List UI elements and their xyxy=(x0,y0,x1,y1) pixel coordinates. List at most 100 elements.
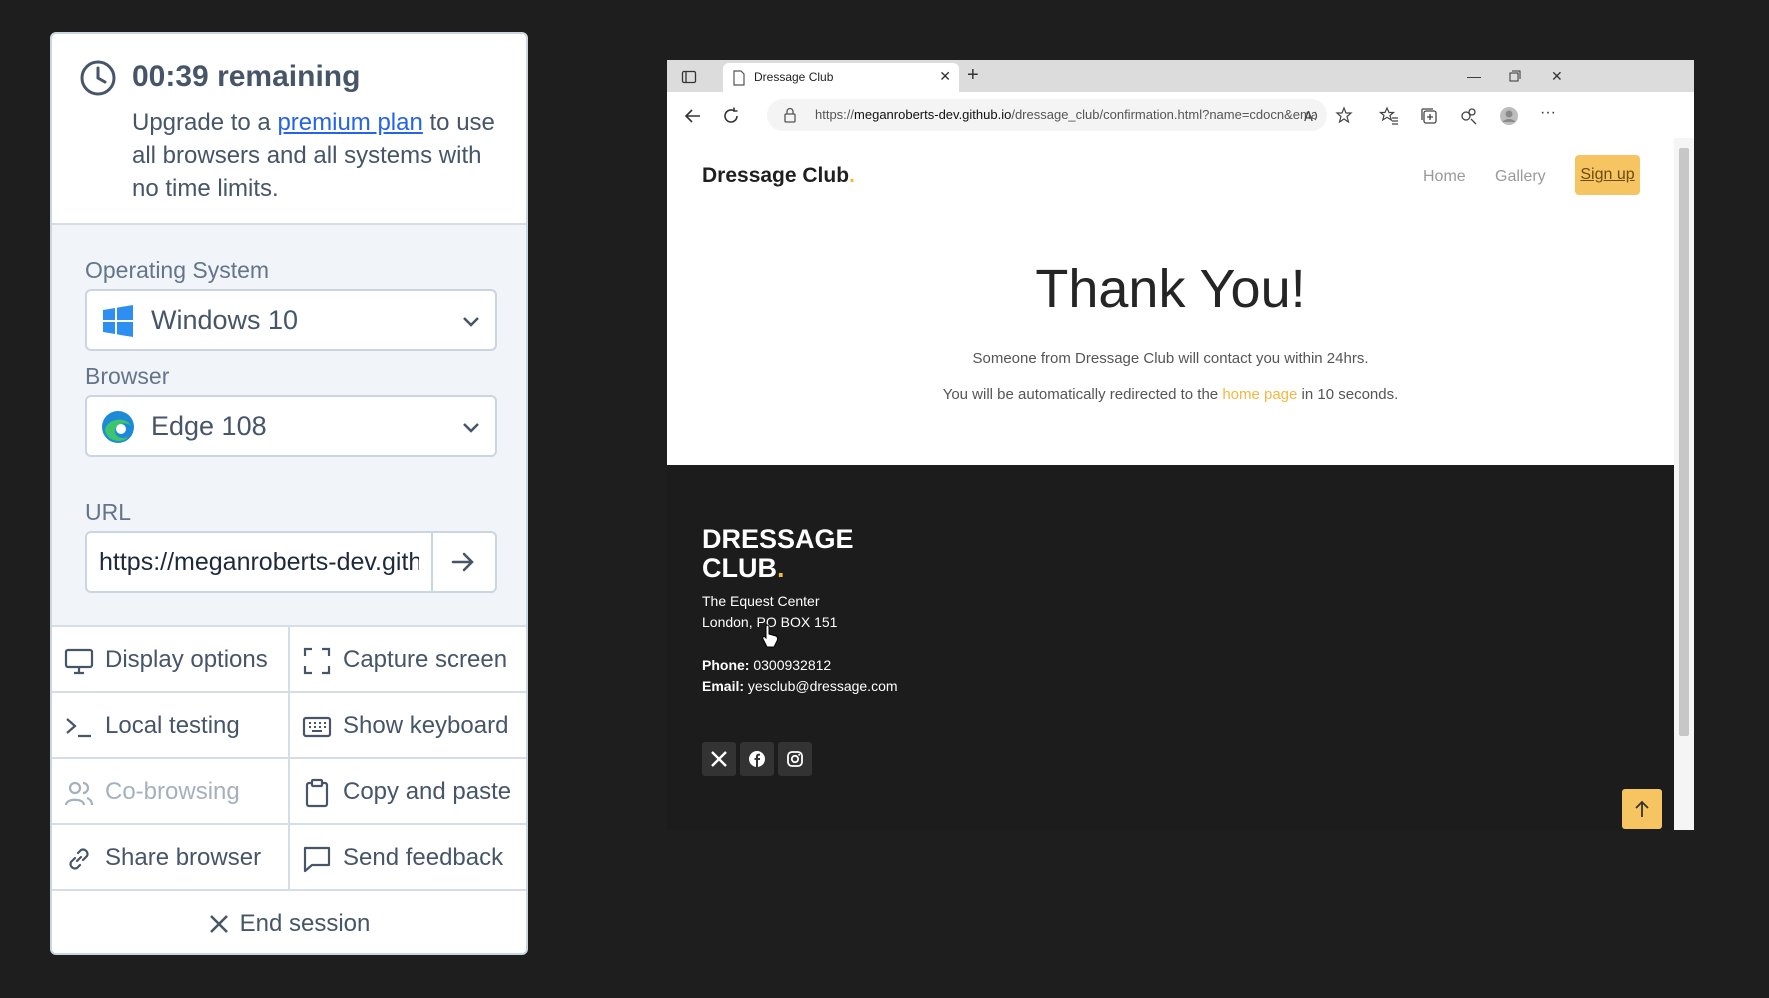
os-value: Windows 10 xyxy=(151,305,299,335)
x-twitter-link[interactable] xyxy=(702,742,736,776)
browser-window: Dressage Club ✕ + — ✕ https://meganrober… xyxy=(667,60,1694,830)
os-label: Operating System xyxy=(85,257,270,283)
new-tab-icon[interactable]: + xyxy=(967,64,979,87)
favorites-icon[interactable] xyxy=(1379,106,1399,126)
url-input[interactable]: https://meganroberts-dev.github.io/dress… xyxy=(99,548,419,577)
end-session-label: End session xyxy=(239,910,371,937)
nav-home[interactable]: Home xyxy=(1423,168,1466,186)
end-session-button[interactable]: End session xyxy=(52,891,526,953)
clock-icon xyxy=(80,60,116,96)
upgrade-text: Upgrade to a xyxy=(132,109,278,136)
url-bar[interactable]: https://meganroberts-dev.github.io/dress… xyxy=(767,99,1327,131)
collections-icon[interactable] xyxy=(1419,106,1439,126)
terminal-icon xyxy=(66,718,91,738)
mouse-cursor-icon xyxy=(762,624,779,648)
users-icon xyxy=(64,781,94,806)
scrollbar-thumb[interactable] xyxy=(1679,148,1689,736)
page-scrollbar[interactable] xyxy=(1674,138,1694,830)
facebook-link[interactable] xyxy=(740,742,774,776)
local-testing-button[interactable]: Local testing xyxy=(52,693,290,759)
capture-screen-button[interactable]: Capture screen xyxy=(290,627,526,693)
nav-gallery[interactable]: Gallery xyxy=(1495,168,1546,186)
display-options-label: Display options xyxy=(105,646,268,673)
browser-label: Browser xyxy=(85,363,170,389)
copy-paste-button[interactable]: Copy and paste xyxy=(290,759,526,825)
instagram-link[interactable] xyxy=(778,742,812,776)
co-browsing-label: Co-browsing xyxy=(105,778,240,805)
url-host: meganroberts-dev.github.io xyxy=(854,107,1012,122)
lock-icon xyxy=(784,107,796,123)
url-field: https://meganroberts-dev.github.io/dress… xyxy=(85,531,497,593)
phone-value: 0300932812 xyxy=(753,657,832,673)
restore-icon[interactable] xyxy=(1509,70,1521,82)
send-feedback-label: Send feedback xyxy=(343,844,504,871)
clipboard-icon xyxy=(305,778,329,808)
share-browser-label: Share browser xyxy=(105,844,262,871)
signup-button[interactable]: Sign up xyxy=(1575,155,1640,195)
brand-dot: . xyxy=(849,164,855,187)
browser-value: Edge 108 xyxy=(151,411,267,441)
back-to-top-button[interactable] xyxy=(1622,789,1662,829)
time-remaining: 00:39 remaining xyxy=(132,60,361,93)
url-path: /dressage_club/confirmation.html?name=cd… xyxy=(1011,107,1315,122)
capture-screen-label: Capture screen xyxy=(343,646,508,673)
premium-plan-link[interactable]: premium plan xyxy=(277,109,422,136)
chevron-down-icon xyxy=(463,317,479,327)
phone-label: Phone: xyxy=(702,657,750,673)
more-icon[interactable]: ··· xyxy=(1540,104,1556,122)
edge-icon xyxy=(102,411,134,443)
go-button[interactable] xyxy=(431,533,495,591)
redirect-message: You will be automatically redirected to … xyxy=(667,386,1674,403)
url-label: URL xyxy=(85,499,132,525)
url-text: https://meganroberts-dev.github.io/dress… xyxy=(815,107,1315,122)
read-aloud-icon[interactable]: A xyxy=(1302,106,1322,126)
share-browser-button[interactable]: Share browser xyxy=(52,825,290,891)
settings-section: Operating System Windows 10 Browser Edge… xyxy=(52,225,526,627)
arrow-right-icon xyxy=(451,552,474,572)
session-panel: 00:39 remaining Upgrade to a premium pla… xyxy=(50,32,528,955)
tab-title: Dressage Club xyxy=(754,70,834,84)
close-window-icon[interactable]: ✕ xyxy=(1551,68,1563,85)
site-nav: Dressage Club. Home Gallery Sign up xyxy=(667,138,1674,216)
keyboard-icon xyxy=(302,716,332,738)
site-brand[interactable]: Dressage Club. xyxy=(702,164,855,188)
site-footer: DRESSAGE CLUB. The Equest Center London, … xyxy=(667,465,1674,830)
refresh-icon[interactable] xyxy=(721,106,741,126)
contact-message: Someone from Dressage Club will contact … xyxy=(972,350,1369,367)
browser-select[interactable]: Edge 108 xyxy=(85,395,497,457)
page-icon xyxy=(733,70,745,86)
svg-text:A: A xyxy=(1304,110,1313,125)
close-icon xyxy=(209,915,228,933)
copy-paste-label: Copy and paste xyxy=(343,778,512,805)
back-icon[interactable] xyxy=(683,106,703,126)
tab-strip: Dressage Club ✕ + — ✕ xyxy=(667,60,1694,92)
arrow-up-icon xyxy=(1635,800,1649,817)
redirect-text-end: in 10 seconds. xyxy=(1297,386,1399,403)
tab-dressage-club[interactable]: Dressage Club ✕ xyxy=(723,63,959,92)
email-value: yesclub@dressage.com xyxy=(747,678,898,694)
footer-brand-line1: DRESSAGE xyxy=(702,524,854,554)
home-page-link[interactable]: home page xyxy=(1222,386,1297,403)
thank-you-heading: Thank You! xyxy=(1035,259,1306,319)
link-icon xyxy=(69,848,89,870)
add-favorite-icon[interactable] xyxy=(1335,106,1355,126)
address-line1: The Equest Center xyxy=(702,593,820,609)
profile-icon[interactable] xyxy=(1499,106,1519,126)
display-options-button[interactable]: Display options xyxy=(52,627,290,693)
os-select[interactable]: Windows 10 xyxy=(85,289,497,351)
tab-actions-icon[interactable] xyxy=(681,69,697,85)
tab-close-icon[interactable]: ✕ xyxy=(939,68,951,85)
show-keyboard-button[interactable]: Show keyboard xyxy=(290,693,526,759)
footer-brand: DRESSAGE CLUB. xyxy=(702,525,854,583)
co-browsing-button[interactable]: Co-browsing xyxy=(52,759,290,825)
monitor-icon xyxy=(64,648,94,675)
address-bar: https://meganroberts-dev.github.io/dress… xyxy=(667,92,1694,139)
instagram-icon xyxy=(787,751,803,767)
phone: Phone: 0300932812 xyxy=(702,657,831,673)
extensions-icon[interactable] xyxy=(1459,106,1479,126)
capture-icon xyxy=(303,647,331,675)
footer-brand-dot: . xyxy=(777,553,785,583)
facebook-icon xyxy=(749,751,765,767)
minimize-icon[interactable]: — xyxy=(1467,68,1481,84)
send-feedback-button[interactable]: Send feedback xyxy=(290,825,526,891)
